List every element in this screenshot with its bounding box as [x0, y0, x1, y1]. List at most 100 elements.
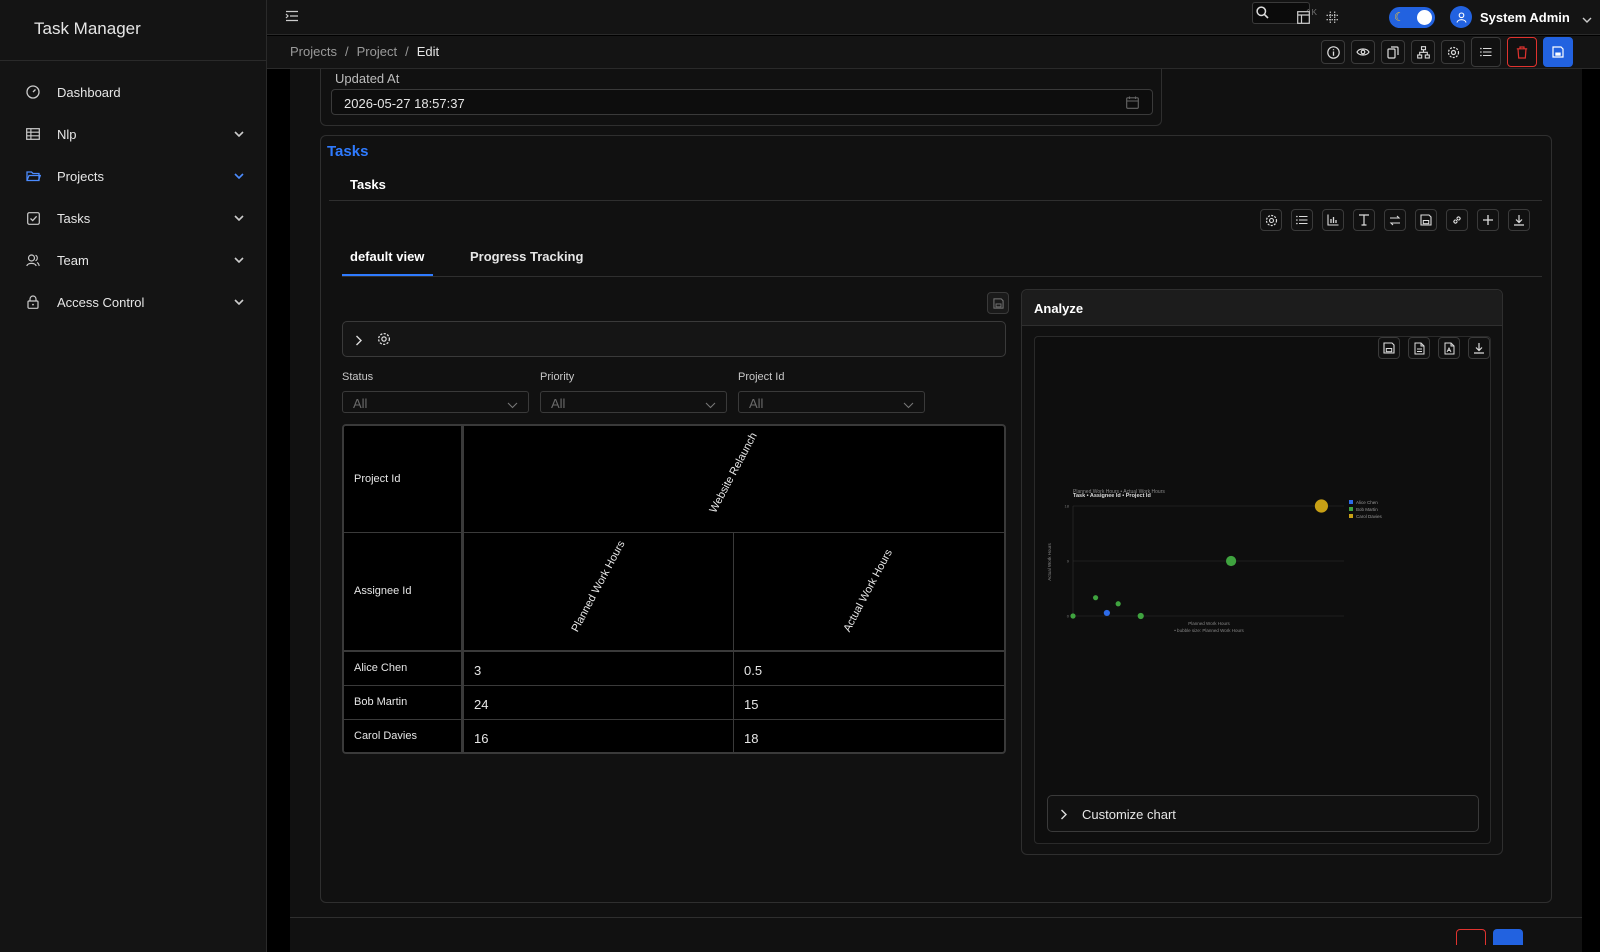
pivot-header-assignee-id: Assignee Id	[344, 533, 464, 652]
list-button[interactable]	[1471, 37, 1501, 67]
save-icon	[992, 297, 1004, 309]
hierarchy-button[interactable]	[1411, 40, 1435, 64]
pivot-cell: 15	[734, 686, 1004, 720]
search-icon	[1256, 6, 1270, 20]
page-actions	[1321, 37, 1573, 67]
chart-save-button[interactable]	[1378, 337, 1400, 359]
sidebar-item-team[interactable]: Team	[0, 239, 266, 281]
text-tool-button[interactable]	[1353, 209, 1375, 231]
sidebar-item-access-control[interactable]: Access Control	[0, 281, 266, 323]
chart-point	[1103, 609, 1110, 617]
user-name[interactable]: System Admin	[1480, 10, 1570, 25]
customize-chart-toggle[interactable]: Customize chart	[1047, 795, 1479, 832]
breadcrumb: Projects / Project / Edit	[290, 44, 439, 59]
download-tool-button[interactable]	[1508, 209, 1530, 231]
delete-button[interactable]	[1507, 37, 1537, 67]
breadcrumb-project[interactable]: Project	[357, 44, 397, 59]
updated-at-label: Updated At	[335, 71, 400, 86]
chevron-down-icon	[705, 397, 716, 409]
breadcrumb-projects[interactable]: Projects	[290, 44, 337, 59]
settings-tool-button[interactable]	[1260, 209, 1282, 231]
link-tool-button[interactable]	[1446, 209, 1468, 231]
folder-icon	[24, 167, 42, 185]
updated-at-value: 2026-05-27 18:57:37	[344, 96, 465, 111]
pivot-table: Project Id Website Relaunch Assignee Id …	[342, 424, 1006, 754]
chevron-down-icon[interactable]	[1582, 11, 1594, 23]
sidebar-item-dashboard[interactable]: Dashboard	[0, 71, 266, 113]
sidebar-item-label: Access Control	[57, 294, 145, 310]
pivot-column-project: Website Relaunch	[464, 426, 1004, 533]
preview-button[interactable]	[1351, 40, 1375, 64]
sidebar-item-label: Tasks	[57, 210, 91, 226]
divider	[290, 917, 1582, 918]
sidebar-item-nlp[interactable]: Nlp	[0, 113, 266, 155]
scrollbar-track	[1582, 69, 1600, 952]
chart-tool-button[interactable]	[1322, 209, 1344, 231]
sidebar-item-projects[interactable]: Projects	[0, 155, 266, 197]
pivot-cell: 3	[464, 652, 734, 686]
active-tab-indicator	[342, 274, 433, 276]
chart-tick-label: 9	[1067, 559, 1070, 564]
analyze-panel: Analyze Planned Work Hours • Actual Work…	[1021, 289, 1503, 855]
pivot-project-label: Website Relaunch	[707, 430, 760, 515]
swap-tool-button[interactable]	[1384, 209, 1406, 231]
chart-legend-label: Carol Davies	[1356, 514, 1383, 519]
page-header: Projects / Project / Edit	[267, 36, 1600, 69]
tasks-section: Tasks Tasks default view Progress Tracki…	[320, 135, 1552, 903]
chevron-down-icon	[903, 397, 914, 409]
plus-icon	[1483, 215, 1493, 225]
layout-icon[interactable]	[1295, 9, 1311, 25]
chevron-down-icon	[232, 253, 246, 267]
pivot-measure-actual: Actual Work Hours	[734, 533, 1004, 652]
filter-project-id-value: All	[749, 396, 764, 411]
grid-icon[interactable]	[1324, 9, 1340, 25]
add-tool-button[interactable]	[1477, 209, 1499, 231]
tab-default-view[interactable]: default view	[350, 249, 424, 264]
topbar: ⌃K ☾ System Admin	[267, 0, 1600, 35]
gear-icon[interactable]	[377, 332, 392, 347]
copy-button[interactable]	[1381, 40, 1405, 64]
chart-export-doc-button[interactable]	[1408, 337, 1430, 359]
info-button[interactable]	[1321, 40, 1345, 64]
main-content: Updated At 2026-05-27 18:57:37 Tasks Tas…	[290, 69, 1582, 952]
list-tool-button[interactable]	[1291, 209, 1313, 231]
chevron-right-icon[interactable]	[355, 334, 367, 346]
chart-legend-swatch	[1349, 514, 1353, 518]
dashboard-icon	[24, 83, 42, 101]
app-title: Task Manager	[0, 0, 266, 61]
tab-progress-tracking[interactable]: Progress Tracking	[470, 249, 583, 264]
breadcrumb-separator: /	[405, 44, 409, 59]
checkbox-icon	[24, 209, 42, 227]
updated-at-card: Updated At 2026-05-27 18:57:37	[320, 69, 1162, 126]
pivot-config-bar[interactable]	[342, 321, 1006, 357]
save-tool-button[interactable]	[1415, 209, 1437, 231]
link-icon	[1453, 216, 1461, 224]
chevron-down-icon	[232, 127, 246, 141]
chart-legend-label: Bob Martin	[1356, 507, 1378, 512]
chart-download-button[interactable]	[1468, 337, 1490, 359]
filter-project-id-select[interactable]: All	[738, 391, 925, 413]
settings-button[interactable]	[1441, 40, 1465, 64]
filter-status-select[interactable]: All	[342, 391, 529, 413]
calendar-icon[interactable]	[1126, 96, 1139, 109]
gear-icon	[1265, 214, 1277, 226]
sidebar-item-label: Projects	[57, 168, 104, 184]
avatar[interactable]	[1450, 6, 1472, 28]
chevron-right-icon	[1060, 808, 1072, 820]
updated-at-field[interactable]: 2026-05-27 18:57:37	[331, 89, 1153, 115]
chevron-down-icon	[232, 169, 246, 183]
menu-toggle-icon[interactable]	[285, 10, 301, 26]
theme-toggle[interactable]: ☾	[1389, 7, 1435, 28]
chart-point	[1225, 555, 1237, 567]
chart-export-pdf-button[interactable]	[1438, 337, 1460, 359]
pivot-toolbar	[1260, 209, 1530, 231]
save-button[interactable]	[1543, 37, 1573, 67]
filter-priority-value: All	[551, 396, 566, 411]
save-view-button[interactable]	[987, 292, 1009, 314]
gear-icon	[1447, 46, 1459, 58]
filter-priority-select[interactable]: All	[540, 391, 727, 413]
sidebar-item-tasks[interactable]: Tasks	[0, 197, 266, 239]
footer-save-button[interactable]	[1493, 929, 1523, 945]
footer-delete-button[interactable]	[1456, 929, 1486, 945]
chart-point	[1137, 612, 1144, 620]
